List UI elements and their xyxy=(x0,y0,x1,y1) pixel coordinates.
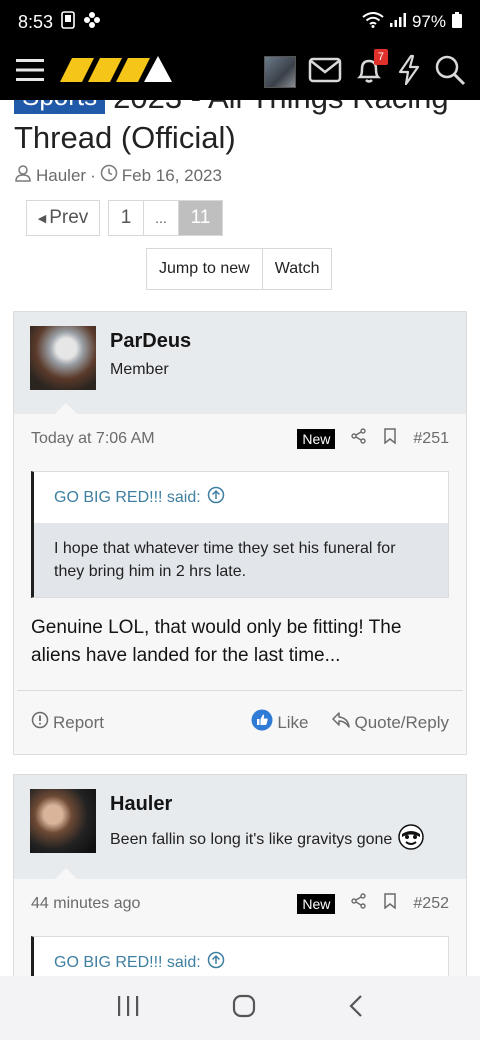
prev-label: Prev xyxy=(49,207,89,228)
status-time: 8:53 xyxy=(18,11,54,32)
notification-count-badge: 7 xyxy=(373,48,388,65)
bookmark-icon[interactable] xyxy=(383,428,397,449)
post-username[interactable]: ParDeus xyxy=(110,330,191,353)
clock-icon xyxy=(100,164,118,187)
avatar[interactable] xyxy=(30,789,96,853)
post-meta: 44 minutes ago New #252 xyxy=(14,879,466,924)
post-text: Genuine LOL, that would only be fitting!… xyxy=(31,617,402,666)
thumbs-up-icon xyxy=(251,709,273,736)
page-11-button[interactable]: 11 xyxy=(178,200,223,236)
post-body: 44 minutes ago New #252 GO BIG RED!!! sa… xyxy=(14,879,466,989)
top-nav-bar: 7 xyxy=(0,44,480,100)
quote-header[interactable]: GO BIG RED!!! said: xyxy=(34,472,448,523)
report-label: Report xyxy=(53,712,105,732)
lightning-icon[interactable] xyxy=(396,54,422,91)
search-icon[interactable] xyxy=(434,54,466,91)
status-bar: 8:53 97% xyxy=(0,0,480,44)
phone-icon xyxy=(61,10,75,34)
post-username[interactable]: Hauler xyxy=(110,793,424,816)
android-nav-bar xyxy=(0,976,480,1040)
like-label: Like xyxy=(277,712,309,732)
alert-circle-icon xyxy=(31,711,49,734)
post-number-link[interactable]: #252 xyxy=(413,895,449,913)
thread-author-link[interactable]: Hauler xyxy=(36,166,86,186)
chevron-left-icon: ◀ xyxy=(37,212,47,225)
post-number-link[interactable]: #251 xyxy=(413,430,449,448)
avatar[interactable] xyxy=(30,326,96,390)
user-title-text: Been fallin so long it's like gravitys g… xyxy=(110,830,393,848)
back-icon[interactable] xyxy=(348,994,364,1023)
bookmark-icon[interactable] xyxy=(383,893,397,914)
like-button[interactable]: Like xyxy=(251,709,309,736)
menu-icon[interactable] xyxy=(14,57,46,88)
new-badge: New xyxy=(297,428,336,449)
new-badge: New xyxy=(297,893,336,914)
page-1-button[interactable]: 1 xyxy=(108,200,143,236)
post-meta: Today at 7:06 AM New #251 xyxy=(14,414,466,459)
watch-button[interactable]: Watch xyxy=(261,249,332,289)
bell-icon[interactable]: 7 xyxy=(354,48,388,90)
quote-reply-button[interactable]: Quote/Reply xyxy=(331,711,450,734)
thread-meta: Hauler · Feb 16, 2023 xyxy=(14,164,474,187)
quote-reply-label: Quote/Reply xyxy=(354,712,450,732)
recent-apps-icon[interactable] xyxy=(116,995,140,1022)
thread-date-link[interactable]: Feb 16, 2023 xyxy=(122,166,222,186)
page-ellipsis-button[interactable]: ... xyxy=(143,200,178,236)
prev-page-button[interactable]: ◀ Prev xyxy=(26,200,100,236)
home-icon[interactable] xyxy=(232,994,256,1023)
page-number-group: 1 ... 11 xyxy=(108,200,223,236)
reply-icon xyxy=(331,711,351,734)
jump-to-new-button[interactable]: Jump to new xyxy=(147,249,262,289)
flower-icon xyxy=(83,11,101,34)
post-252: Hauler Been fallin so long it's like gra… xyxy=(13,774,467,994)
post-time-link[interactable]: 44 minutes ago xyxy=(31,895,140,913)
user-avatar[interactable] xyxy=(264,56,296,88)
wifi-icon xyxy=(362,11,384,33)
report-button[interactable]: Report xyxy=(31,711,104,734)
arrow-up-circle-icon[interactable] xyxy=(207,486,225,509)
user-title: Member xyxy=(110,361,191,379)
user-title-text: Member xyxy=(110,361,169,378)
meta-separator: · xyxy=(90,165,96,185)
post-251: ParDeus Member Today at 7:06 AM New #251… xyxy=(13,311,467,755)
quote-body: I hope that whatever time they set his f… xyxy=(34,523,448,597)
user-title: Been fallin so long it's like gravitys g… xyxy=(110,824,425,855)
mail-icon[interactable] xyxy=(308,56,342,89)
thread-title-line2: Thread (Official) xyxy=(14,120,236,155)
battery-percent: 97% xyxy=(411,12,446,31)
share-icon[interactable] xyxy=(351,428,367,449)
post-time-link[interactable]: Today at 7:06 AM xyxy=(31,430,155,448)
pagination: ◀ Prev 1 ... 11 xyxy=(26,200,223,236)
quote-block: GO BIG RED!!! said: I hope that whatever… xyxy=(31,471,449,598)
user-icon xyxy=(14,164,32,187)
arrow-up-circle-icon[interactable] xyxy=(207,951,225,974)
thread-action-buttons: Jump to new Watch xyxy=(146,248,333,290)
battery-icon xyxy=(452,11,462,33)
emoji-icon xyxy=(398,824,425,855)
share-icon[interactable] xyxy=(351,893,367,914)
post-user-header: ParDeus Member xyxy=(14,312,466,415)
post-body: Today at 7:06 AM New #251 GO BIG RED!!! … xyxy=(14,414,466,754)
quote-author[interactable]: GO BIG RED!!! said: xyxy=(54,954,201,972)
site-logo[interactable] xyxy=(60,55,188,89)
post-user-header: Hauler Been fallin so long it's like gra… xyxy=(14,775,466,880)
post-actions: Report Like Quote/Reply xyxy=(17,690,463,754)
quote-author[interactable]: GO BIG RED!!! said: xyxy=(54,489,201,507)
signal-icon xyxy=(389,12,406,32)
